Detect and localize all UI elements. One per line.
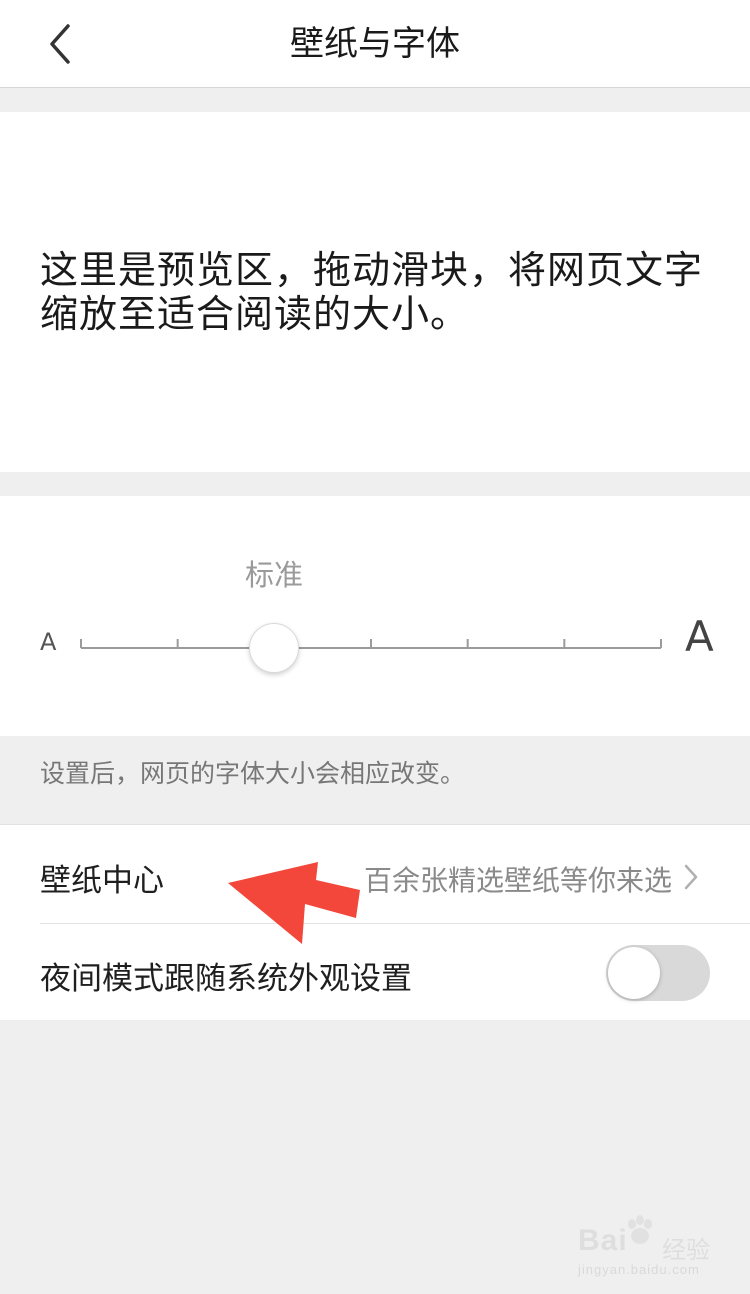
- font-size-slider[interactable]: [0, 496, 750, 736]
- preview-text: 这里是预览区，拖动滑块，将网页文字缩放至适合阅读的大小。: [40, 248, 704, 336]
- font-size-hint: 设置后，网页的字体大小会相应改变。: [40, 759, 466, 788]
- night-mode-row: 夜间模式跟随系统外观设置: [0, 923, 750, 1021]
- watermark-url: jingyan.baidu.com: [578, 1262, 700, 1277]
- watermark-brand-suffix: 经验: [662, 1236, 710, 1264]
- watermark-brand: Bai: [578, 1224, 628, 1257]
- toggle-knob: [608, 947, 660, 999]
- wallpaper-center-value: 百余张精选壁纸等你来选: [363, 864, 672, 897]
- watermark: Bai 经验 jingyan.baidu.com: [574, 1214, 724, 1284]
- slider-thumb[interactable]: [249, 623, 300, 673]
- page-title: 壁纸与字体: [290, 24, 460, 64]
- settings-list: 壁纸中心 百余张精选壁纸等你来选 夜间模式跟随系统外观设置: [0, 824, 750, 1020]
- large-font-label: A: [685, 612, 714, 661]
- chevron-right-icon: [682, 863, 700, 891]
- top-bar: 壁纸与字体: [0, 0, 750, 88]
- night-mode-label: 夜间模式跟随系统外观设置: [40, 961, 412, 997]
- night-mode-toggle[interactable]: [606, 945, 710, 1001]
- wallpaper-center-row[interactable]: 壁纸中心 百余张精选壁纸等你来选: [0, 825, 750, 923]
- font-size-panel: 标准 A A: [0, 496, 750, 736]
- preview-area: 这里是预览区，拖动滑块，将网页文字缩放至适合阅读的大小。: [0, 112, 750, 472]
- wallpaper-center-label: 壁纸中心: [40, 863, 164, 899]
